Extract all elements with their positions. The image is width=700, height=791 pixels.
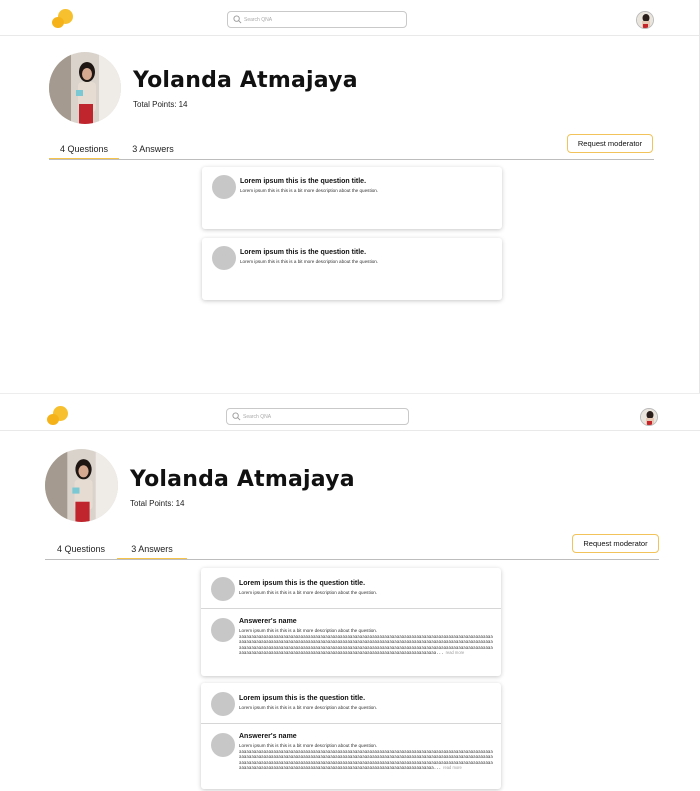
question-avatar	[211, 692, 235, 716]
card-divider	[201, 723, 501, 724]
profile-name: Yolanda Atmajaya	[133, 68, 358, 93]
user-avatar[interactable]	[640, 408, 658, 426]
total-points-value: 14	[175, 499, 185, 508]
total-points: Total Points: 14	[133, 100, 187, 109]
answerer-avatar	[211, 733, 235, 757]
question-title[interactable]: Lorem ipsum this is the question title.	[240, 249, 366, 256]
tab-answers[interactable]: 3 Answers	[117, 542, 187, 560]
top-navbar	[0, 394, 700, 431]
total-points-label: Total Points:	[130, 499, 174, 508]
tab-questions[interactable]: 4 Questions	[49, 142, 119, 160]
read-more-link[interactable]: read more	[446, 650, 465, 655]
search-input[interactable]	[244, 13, 394, 26]
question-avatar	[212, 175, 236, 199]
tab-questions[interactable]: 4 Questions	[45, 542, 117, 560]
answerer-avatar	[211, 618, 235, 642]
total-points: Total Points: 14	[130, 499, 184, 508]
profile-photo	[45, 449, 118, 522]
question-title[interactable]: Lorem ipsum this is the question title.	[239, 695, 365, 702]
question-description: Lorem ipsum this is this is a bit more d…	[240, 259, 379, 264]
search-icon	[233, 15, 242, 24]
question-title[interactable]: Lorem ipsum this is the question title.	[239, 580, 365, 587]
question-description: Lorem ipsum this is this is a bit more d…	[240, 188, 379, 193]
request-moderator-button[interactable]: Request moderator	[572, 534, 659, 553]
chat-bubbles-logo-icon[interactable]	[52, 9, 74, 31]
question-card[interactable]: Lorem ipsum this is the question title. …	[202, 167, 502, 229]
question-description: Lorem ipsum this is this is a bit more d…	[239, 705, 378, 710]
top-navbar	[0, 0, 699, 36]
answer-description: Lorem ipsum this is this is a bit more d…	[239, 743, 378, 748]
answer-card[interactable]: Lorem ipsum this is the question title. …	[201, 683, 501, 789]
profile-name: Yolanda Atmajaya	[130, 467, 355, 492]
profile-photo	[49, 52, 121, 124]
question-title[interactable]: Lorem ipsum this is the question title.	[240, 178, 366, 185]
tab-divider	[49, 159, 654, 160]
card-divider	[201, 608, 501, 609]
search-bar[interactable]	[227, 11, 407, 28]
search-icon	[232, 412, 241, 421]
question-card[interactable]: Lorem ipsum this is the question title. …	[202, 238, 502, 300]
screenshot-answers-tab: Yolanda Atmajaya Total Points:14 4 Quest…	[0, 394, 700, 791]
user-avatar[interactable]	[636, 11, 654, 29]
answerer-name[interactable]: Answerer's name	[239, 733, 297, 740]
total-points-value: 14	[178, 100, 188, 109]
answer-description: Lorem ipsum this is this is a bit more d…	[239, 628, 378, 633]
screenshot-questions-tab: Yolanda Atmajaya Total Points:14 4 Quest…	[0, 0, 700, 393]
chat-bubbles-logo-icon[interactable]	[47, 406, 69, 428]
question-avatar	[212, 246, 236, 270]
answerer-name[interactable]: Answerer's name	[239, 618, 297, 625]
read-more-link[interactable]: read more	[443, 765, 462, 770]
search-input[interactable]	[243, 410, 393, 423]
request-moderator-button[interactable]: Request moderator	[567, 134, 653, 153]
answer-card[interactable]: Lorem ipsum this is the question title. …	[201, 568, 501, 676]
tab-answers[interactable]: 3 Answers	[121, 142, 185, 160]
answer-body: aaaaaaaaaaaaaaaaaaaaaaaaaaaaaaaaaaaaaaaa…	[239, 634, 495, 666]
question-description: Lorem ipsum this is this is a bit more d…	[239, 590, 378, 595]
tab-divider	[45, 559, 659, 560]
search-bar[interactable]	[226, 408, 409, 425]
total-points-label: Total Points:	[133, 100, 177, 109]
answer-body: aaaaaaaaaaaaaaaaaaaaaaaaaaaaaaaaaaaaaaaa…	[239, 749, 495, 781]
question-avatar	[211, 577, 235, 601]
